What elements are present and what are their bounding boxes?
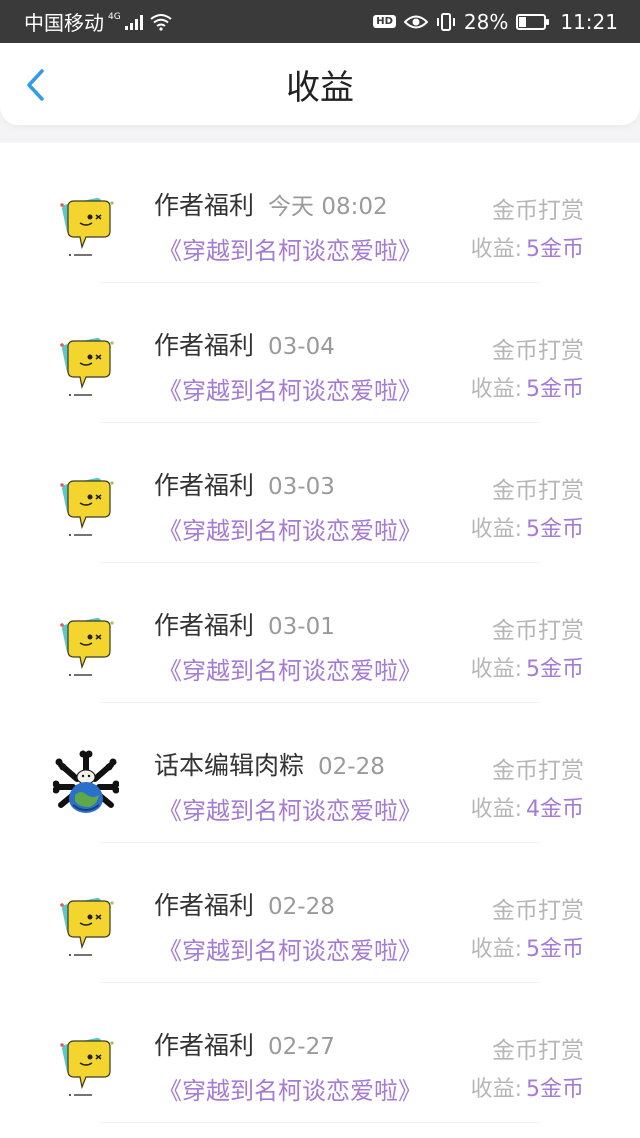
sender-name: 话本编辑肉粽 02-28 <box>154 751 385 780</box>
earning-value: 5金币 <box>526 377 584 402</box>
earning-label: 收益: <box>470 657 522 682</box>
sender-name: 作者福利 03-01 <box>154 611 335 640</box>
earning-value: 5金币 <box>526 237 584 262</box>
page-title: 收益 <box>286 67 354 108</box>
yellow-chat-emoji-icon <box>56 333 116 399</box>
book-title[interactable]: 《穿越到名柯谈恋爱啦》 <box>158 931 422 966</box>
earning-label: 收益: <box>470 377 522 402</box>
earning-label: 收益: <box>470 797 522 822</box>
earnings-row[interactable]: 作者福利 02-27 金币打赏 《穿越到名柯谈恋爱啦》 收益: 5金币 <box>0 983 640 1123</box>
timestamp: 03-04 <box>268 334 335 360</box>
earning-label: 收益: <box>470 937 522 962</box>
earning-value: 5金币 <box>526 657 584 682</box>
earning-amount: 收益: 5金币 <box>471 511 584 543</box>
reward-type: 金币打赏 <box>492 198 584 224</box>
earnings-row[interactable]: 作者福利 03-03 金币打赏 《穿越到名柯谈恋爱啦》 收益: 5金币 <box>0 423 640 563</box>
earning-value: 4金币 <box>526 797 584 822</box>
reward-type: 金币打赏 <box>492 338 584 364</box>
yellow-chat-emoji-icon <box>56 473 116 539</box>
row-divider <box>100 1122 540 1123</box>
yellow-chat-emoji-icon <box>56 1033 116 1099</box>
earning-amount: 收益: 4金币 <box>471 791 584 823</box>
book-title[interactable]: 《穿越到名柯谈恋爱啦》 <box>158 1071 422 1106</box>
book-title[interactable]: 《穿越到名柯谈恋爱啦》 <box>158 791 422 826</box>
reward-type: 金币打赏 <box>492 758 584 784</box>
book-title[interactable]: 《穿越到名柯谈恋爱啦》 <box>158 231 422 266</box>
earning-value: 5金币 <box>526 517 584 542</box>
book-title[interactable]: 《穿越到名柯谈恋爱啦》 <box>158 511 422 546</box>
network-type: 4G <box>108 11 121 22</box>
hd-badge: HD <box>373 15 396 28</box>
earning-amount: 收益: 5金币 <box>471 931 584 963</box>
earnings-row[interactable]: 作者福利 03-01 金币打赏 《穿越到名柯谈恋爱啦》 收益: 5金币 <box>0 563 640 703</box>
earnings-row[interactable]: 作者福利 03-04 金币打赏 《穿越到名柯谈恋爱啦》 收益: 5金币 <box>0 283 640 423</box>
signal-icon <box>124 14 143 30</box>
earnings-row[interactable]: 作者福利 02-28 金币打赏 《穿越到名柯谈恋爱啦》 收益: 5金币 <box>0 843 640 983</box>
sender-name: 作者福利 03-04 <box>154 331 335 360</box>
sender-name: 作者福利 02-28 <box>154 891 335 920</box>
carrier-label: 中国移动 <box>24 11 104 35</box>
reward-type: 金币打赏 <box>492 618 584 644</box>
clock: 11:21 <box>560 9 618 34</box>
battery-percent: 28% <box>463 9 509 34</box>
earnings-list: 作者福利 今天 08:02 金币打赏 《穿越到名柯谈恋爱啦》 收益: 5金币 作者福… <box>0 143 640 1123</box>
timestamp: 今天 08:02 <box>268 194 388 220</box>
earnings-row[interactable]: 话本编辑肉粽 02-28 金币打赏 《穿越到名柯谈恋爱啦》 收益: 4金币 <box>0 703 640 843</box>
timestamp: 02-28 <box>268 894 335 920</box>
earning-amount: 收益: 5金币 <box>471 651 584 683</box>
sender-name: 作者福利 今天 08:02 <box>154 191 388 220</box>
timestamp: 02-28 <box>318 754 385 780</box>
earning-label: 收益: <box>470 1077 522 1102</box>
yellow-chat-emoji-icon <box>56 893 116 959</box>
earning-amount: 收益: 5金币 <box>471 231 584 263</box>
earnings-row[interactable]: 作者福利 今天 08:02 金币打赏 《穿越到名柯谈恋爱啦》 收益: 5金币 <box>0 143 640 283</box>
earning-label: 收益: <box>470 517 522 542</box>
book-title[interactable]: 《穿越到名柯谈恋爱啦》 <box>158 651 422 686</box>
earning-value: 5金币 <box>526 937 584 962</box>
reward-type: 金币打赏 <box>492 898 584 924</box>
wifi-icon <box>150 13 172 31</box>
sender-name: 作者福利 02-27 <box>154 1031 335 1060</box>
sender-name: 作者福利 03-03 <box>154 471 335 500</box>
eye-icon <box>403 15 428 28</box>
earning-amount: 收益: 5金币 <box>471 1071 584 1103</box>
yellow-chat-emoji-icon <box>56 193 116 259</box>
status-bar: 中国移动 4G HD 28% 11:21 <box>0 0 640 43</box>
earning-label: 收益: <box>470 237 522 262</box>
timestamp: 03-03 <box>268 474 335 500</box>
earning-value: 5金币 <box>526 1077 584 1102</box>
top-navigation: 收益 <box>0 43 640 125</box>
reward-type: 金币打赏 <box>492 1038 584 1064</box>
timestamp: 03-01 <box>268 614 335 640</box>
timestamp: 02-27 <box>268 1034 335 1060</box>
vibrate-icon <box>436 12 455 31</box>
earning-amount: 收益: 5金币 <box>471 371 584 403</box>
battery-icon <box>516 13 550 30</box>
book-title[interactable]: 《穿越到名柯谈恋爱啦》 <box>158 371 422 406</box>
yellow-chat-emoji-icon <box>56 613 116 679</box>
globe-bones-avatar-icon <box>52 749 120 815</box>
reward-type: 金币打赏 <box>492 478 584 504</box>
